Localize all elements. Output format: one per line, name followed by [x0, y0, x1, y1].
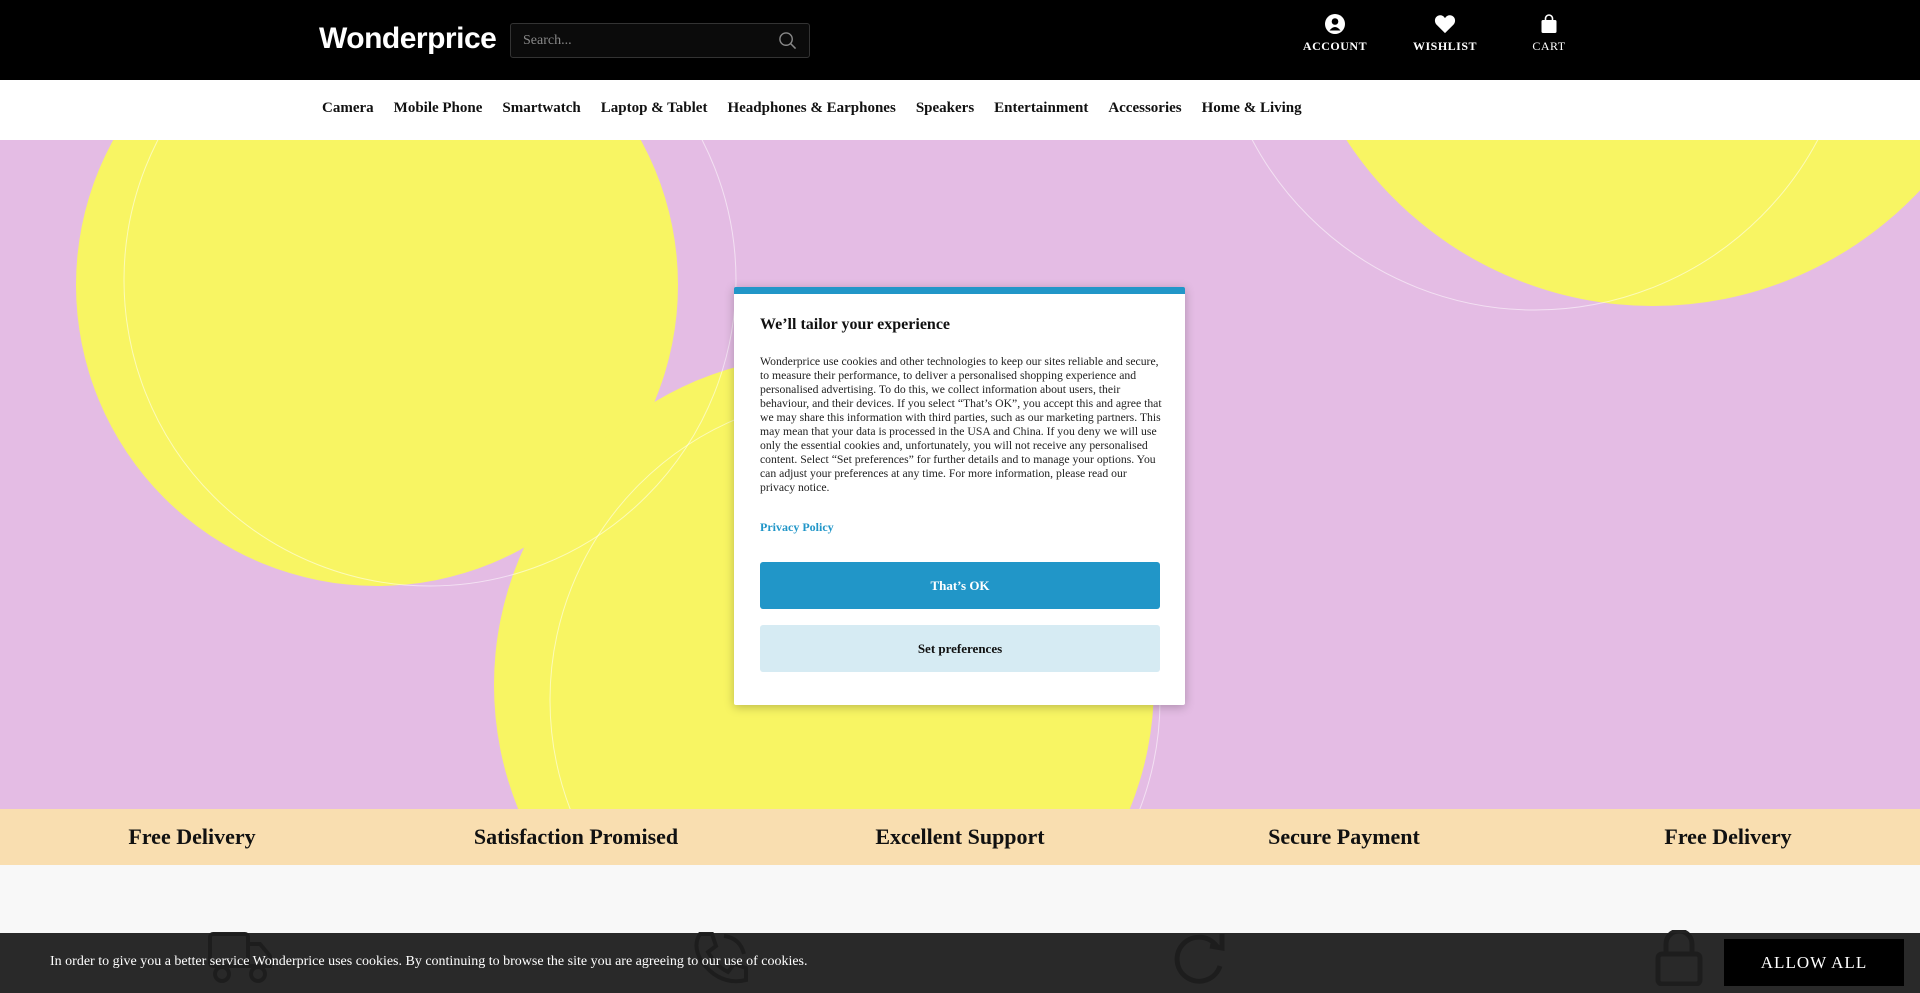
header: Wonderprice ACCOUNT WISHLIST CART — [0, 0, 1920, 80]
shopping-bag-icon — [1541, 14, 1557, 33]
modal-body-text: Wonderprice use cookies and other techno… — [760, 355, 1162, 494]
nav-item-laptop-tablet[interactable]: Laptop & Tablet — [591, 80, 718, 136]
allow-all-button[interactable]: ALLOW ALL — [1724, 939, 1904, 986]
feature-satisfaction-promised: Satisfaction Promised — [473, 824, 679, 849]
nav-item-mobile-phone[interactable]: Mobile Phone — [384, 80, 493, 136]
nav-item-home-living[interactable]: Home & Living — [1192, 80, 1312, 136]
cookie-notice-text: In order to give you a better service Wo… — [50, 954, 808, 969]
feature-excellent-support: Excellent Support — [875, 824, 1045, 849]
feature-free-delivery: Free Delivery — [128, 824, 256, 849]
feature-secure-payment: Secure Payment — [1268, 824, 1420, 849]
cart-link[interactable]: CART — [1494, 14, 1604, 54]
cart-label: CART — [1532, 39, 1566, 53]
search-icon[interactable] — [778, 31, 797, 50]
wonderprice-logo[interactable]: Wonderprice — [319, 20, 497, 58]
nav-item-accessories[interactable]: Accessories — [1098, 80, 1191, 136]
nav-item-smartwatch[interactable]: Smartwatch — [492, 80, 590, 136]
nav-item-headphones-earphones[interactable]: Headphones & Earphones — [717, 80, 905, 136]
nav-item-speakers[interactable]: Speakers — [906, 80, 984, 136]
modal-title: We’ll tailor your experience — [760, 316, 951, 333]
heart-icon — [1434, 15, 1456, 34]
search-box — [510, 23, 810, 58]
wishlist-link[interactable]: WISHLIST — [1390, 14, 1500, 54]
account-label: ACCOUNT — [1302, 39, 1368, 53]
cookie-consent-modal: We’ll tailor your experience Wonderprice… — [734, 287, 1185, 705]
category-nav: Camera Mobile Phone Smartwatch Laptop & … — [0, 80, 1920, 141]
feature-free-delivery-repeat: Free Delivery — [1664, 824, 1792, 849]
cookie-notice-bar: In order to give you a better service Wo… — [0, 933, 1920, 993]
nav-item-entertainment[interactable]: Entertainment — [984, 80, 1098, 136]
account-link[interactable]: ACCOUNT — [1280, 14, 1390, 54]
accept-cookies-button[interactable]: That’s OK — [760, 562, 1160, 609]
wishlist-label: WISHLIST — [1412, 39, 1478, 53]
user-icon — [1325, 14, 1345, 34]
nav-item-camera[interactable]: Camera — [312, 80, 384, 136]
set-preferences-button[interactable]: Set preferences — [760, 625, 1160, 672]
search-input[interactable] — [511, 24, 761, 57]
features-strip: Free Delivery Satisfaction Promised Exce… — [0, 809, 1920, 865]
privacy-policy-link[interactable]: Privacy Policy — [760, 520, 834, 535]
